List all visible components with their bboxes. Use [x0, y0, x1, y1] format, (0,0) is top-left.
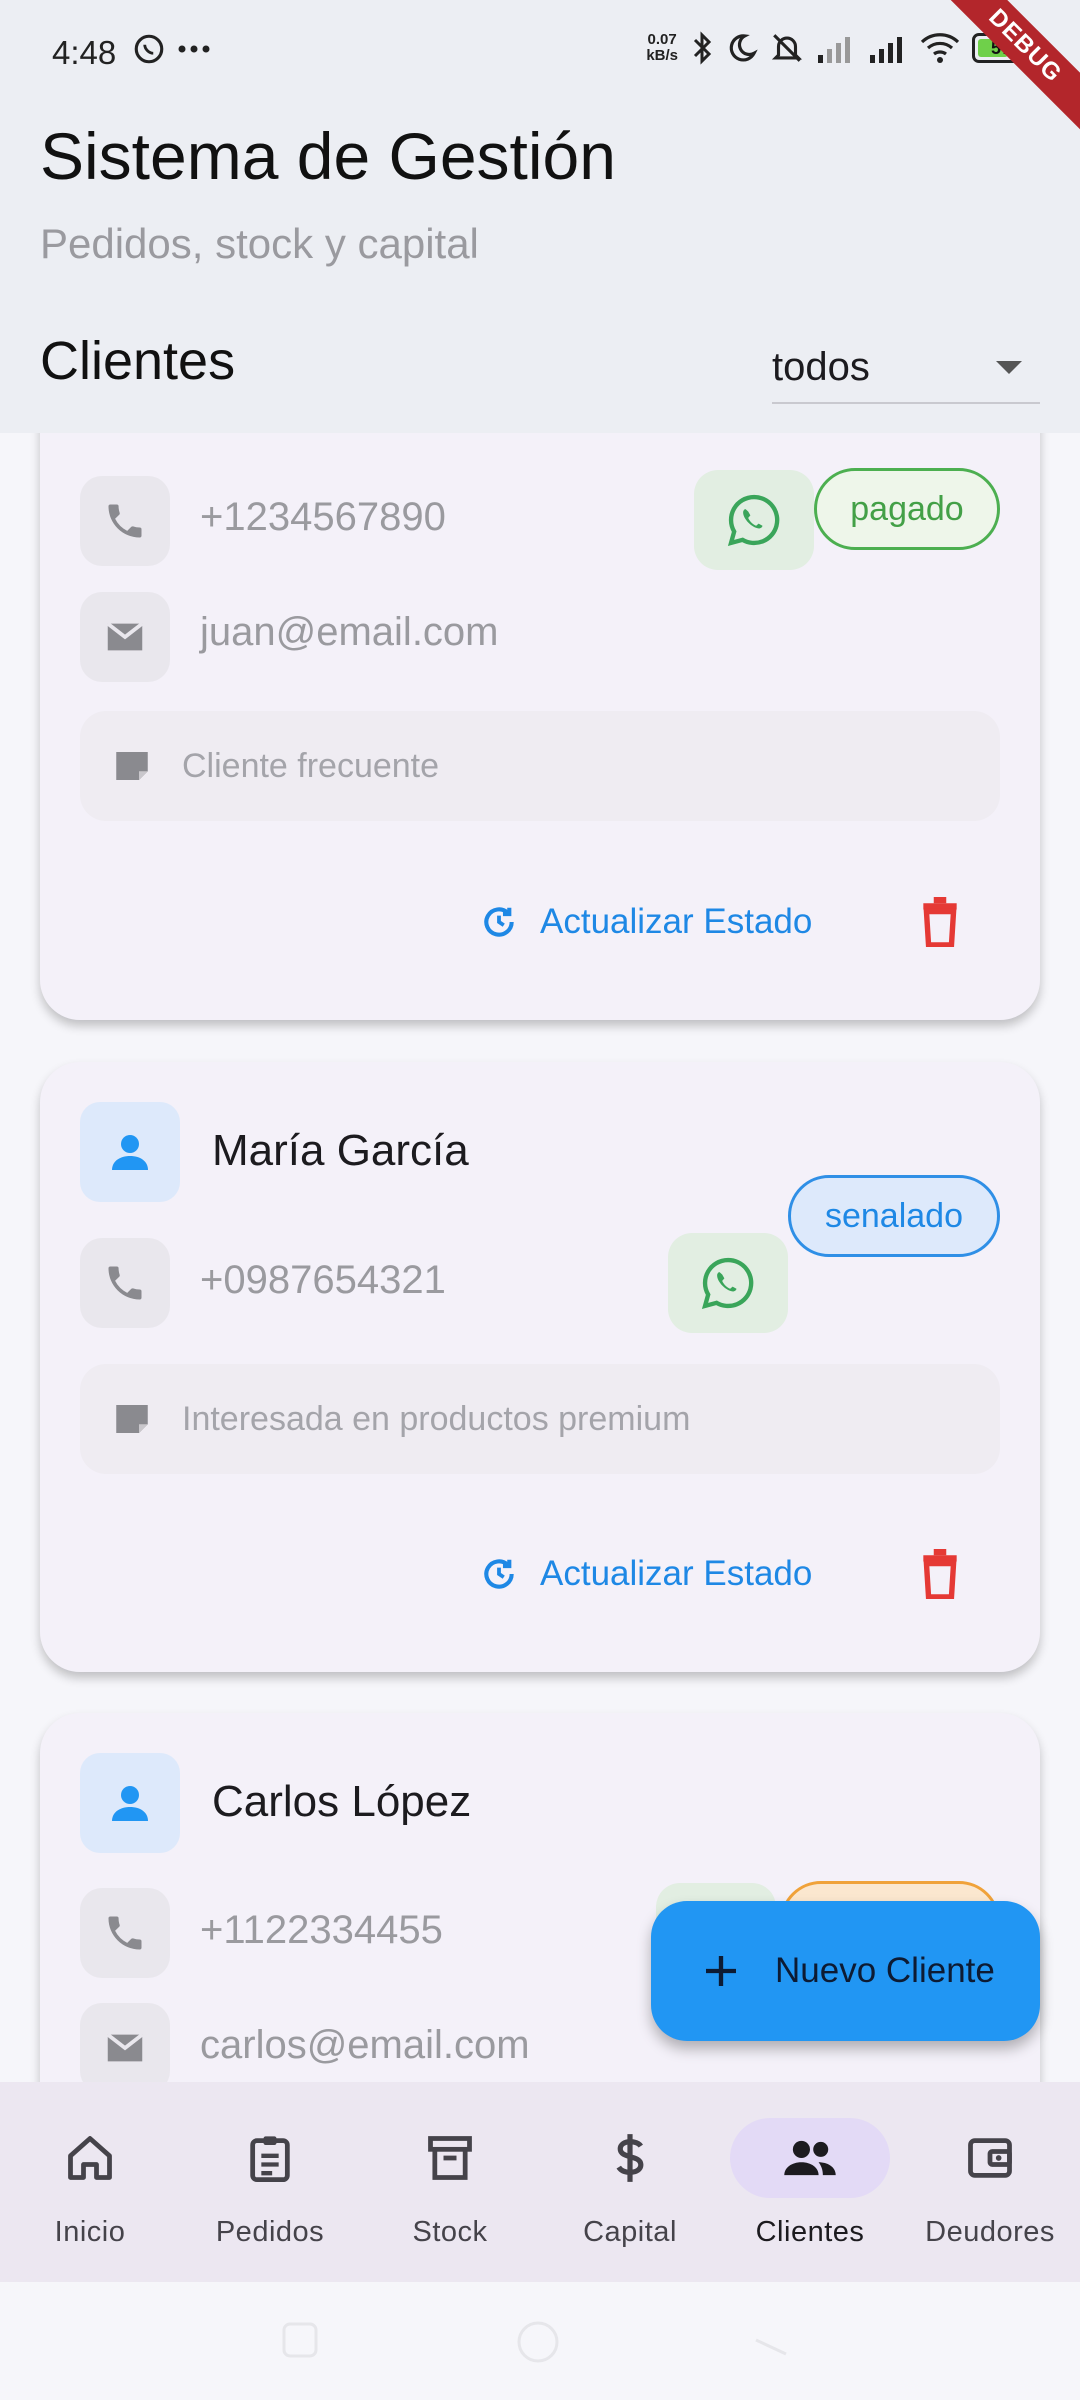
update-status-label: Actualizar Estado	[540, 1554, 813, 1593]
system-navigation-bar	[0, 2282, 1080, 2400]
nav-label: Pedidos	[215, 2216, 325, 2248]
recents-icon[interactable]	[280, 2320, 320, 2360]
status-bar: 4:48 0.07 kB/s 57	[0, 0, 1080, 108]
client-note: Cliente frecuente	[80, 711, 1000, 821]
status-time: 4:48	[52, 34, 117, 71]
refresh-clock-icon	[484, 907, 514, 937]
refresh-clock-icon	[484, 1559, 514, 1589]
phone-icon-box	[80, 1888, 170, 1978]
client-name: Carlos López	[212, 1777, 472, 1826]
phone-icon-box	[80, 476, 170, 566]
home-icon	[10, 2118, 170, 2198]
signal-weak-icon	[818, 37, 850, 63]
signal-icon	[870, 37, 902, 63]
new-client-fab[interactable]: Nuevo Cliente	[651, 1901, 1040, 2041]
archive-icon	[370, 2118, 530, 2198]
back-icon[interactable]	[750, 2320, 790, 2360]
update-status-button[interactable]: Actualizar Estado	[480, 1534, 812, 1614]
card-actions: Actualizar Estado	[40, 882, 1040, 962]
card-actions: Actualizar Estado	[40, 1534, 1040, 1614]
client-phone: +1122334455	[200, 1908, 443, 1952]
trash-icon	[923, 897, 957, 947]
wifi-icon	[920, 33, 960, 63]
note-text: Interesada en productos premium	[182, 1399, 691, 1438]
whatsapp-icon	[701, 1257, 754, 1310]
note-icon	[110, 1397, 154, 1441]
wallet-icon	[910, 2118, 1070, 2198]
nav-item-deudores[interactable]: Deudores	[900, 2082, 1080, 2282]
clipboard-icon	[190, 2118, 350, 2198]
nav-item-inicio[interactable]: Inicio	[0, 2082, 180, 2282]
bluetooth-icon	[693, 31, 712, 65]
section-title: Clientes	[40, 331, 236, 391]
network-speed: 0.07 kB/s	[646, 31, 678, 64]
email-icon-box	[80, 592, 170, 682]
status-right-icons: 0.07 kB/s 57	[646, 30, 1035, 66]
status-left-icons	[132, 32, 212, 66]
phone-icon	[108, 1266, 142, 1300]
bottom-navigation: Inicio Pedidos Stock Capital Clientes De…	[0, 2082, 1080, 2282]
whatsapp-icon	[727, 494, 780, 547]
avatar	[80, 1753, 180, 1853]
filter-value: todos	[772, 344, 870, 389]
phone-icon	[108, 504, 142, 538]
home-circle-icon[interactable]	[512, 2320, 564, 2364]
client-email: juan@email.com	[200, 610, 499, 654]
app-header: 4:48 0.07 kB/s 57 Sistema de Gestión Ped…	[0, 0, 1080, 433]
email-icon	[106, 2033, 144, 2062]
more-icon	[178, 45, 210, 53]
fab-label: Nuevo Cliente	[775, 1951, 995, 1990]
dropdown-caret-icon	[996, 360, 1022, 374]
update-status-label: Actualizar Estado	[540, 902, 813, 941]
client-card: +1234567890 pagado juan@email.com Client…	[40, 360, 1040, 1020]
nav-item-capital[interactable]: Capital	[540, 2082, 720, 2282]
plus-icon	[699, 1949, 743, 1993]
phone-icon-box	[80, 1238, 170, 1328]
client-phone: +1234567890	[200, 495, 446, 539]
client-email: carlos@email.com	[200, 2023, 530, 2067]
nav-label: Clientes	[755, 2216, 865, 2248]
trash-icon	[923, 1549, 957, 1599]
whatsapp-notification-icon	[134, 34, 164, 64]
note-icon	[110, 744, 154, 788]
person-icon	[112, 1786, 148, 1821]
update-status-button[interactable]: Actualizar Estado	[480, 882, 812, 962]
nav-label: Capital	[583, 2216, 677, 2248]
person-icon	[112, 1135, 148, 1170]
nav-item-stock[interactable]: Stock	[360, 2082, 540, 2282]
note-text: Cliente frecuente	[182, 746, 440, 785]
app-subtitle: Pedidos, stock y capital	[40, 220, 479, 267]
app-title: Sistema de Gestión	[40, 119, 616, 193]
status-filter-dropdown[interactable]: todos	[772, 332, 1040, 404]
email-icon	[106, 622, 144, 651]
bell-off-icon	[771, 34, 803, 62]
client-card: María García senalado +0987654321 Intere…	[40, 1062, 1040, 1672]
whatsapp-button[interactable]	[668, 1233, 788, 1333]
moon-icon	[729, 34, 758, 62]
dollar-icon	[550, 2118, 710, 2198]
people-icon	[730, 2118, 890, 2198]
nav-item-clientes[interactable]: Clientes	[720, 2082, 900, 2282]
nav-label: Deudores	[925, 2216, 1055, 2248]
nav-item-pedidos[interactable]: Pedidos	[180, 2082, 360, 2282]
nav-label: Stock	[412, 2216, 488, 2248]
client-phone: +0987654321	[200, 1258, 446, 1302]
client-note: Interesada en productos premium	[80, 1364, 1000, 1474]
nav-label: Inicio	[54, 2216, 126, 2248]
client-name: María García	[212, 1126, 469, 1175]
whatsapp-button[interactable]	[694, 470, 814, 570]
phone-icon	[108, 1916, 142, 1950]
avatar	[80, 1102, 180, 1202]
status-badge[interactable]: pagado	[814, 468, 1000, 550]
status-badge[interactable]: senalado	[788, 1175, 1000, 1257]
delete-button[interactable]	[910, 1544, 970, 1604]
email-icon-box	[80, 2003, 170, 2093]
delete-button[interactable]	[910, 892, 970, 952]
